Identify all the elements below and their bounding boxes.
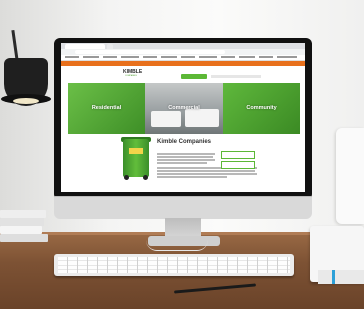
panel-label-community: Community <box>246 105 277 111</box>
site-logo-tagline: COMPANIES <box>125 75 137 77</box>
keyboard-key-rows <box>58 257 290 273</box>
bookmark-item[interactable] <box>65 56 79 58</box>
cta-button[interactable] <box>221 151 255 159</box>
truck-image <box>151 111 181 127</box>
monitor-chin <box>54 196 312 219</box>
intro-text-line <box>157 159 215 161</box>
address-bar[interactable] <box>75 50 225 54</box>
intro-text-line <box>157 170 255 172</box>
intro-text-line <box>157 156 213 158</box>
bookmark-item[interactable] <box>277 56 297 58</box>
book-stack-item <box>0 218 44 226</box>
panel-label-residential: Residential <box>91 105 122 111</box>
bookmark-item[interactable] <box>259 56 273 58</box>
bookmark-item[interactable] <box>83 56 99 58</box>
hero-panel-residential[interactable]: Residential <box>68 83 145 134</box>
nav-cta-button[interactable] <box>181 74 207 79</box>
intro-text-line <box>157 176 227 178</box>
book-stack-item <box>0 226 42 234</box>
lamp-bulb <box>13 98 39 104</box>
trash-can-icon <box>123 139 149 177</box>
panel-label-commercial: Commercial <box>168 105 200 111</box>
bookmark-item[interactable] <box>221 56 235 58</box>
bookmark-item[interactable] <box>199 56 217 58</box>
bookmark-item[interactable] <box>143 56 157 58</box>
paper-roll <box>336 128 364 224</box>
intro-title: Kimble Companies <box>157 139 212 145</box>
monitor-screen: KIMBLE COMPANIES Residential Commercial … <box>61 43 305 192</box>
truck-image <box>185 109 219 127</box>
bookmark-ribbon <box>332 270 335 284</box>
book-stack-item <box>0 210 46 218</box>
intro-text-line <box>157 162 207 164</box>
monitor-stand-neck <box>165 218 201 238</box>
bookmark-item[interactable] <box>181 56 195 58</box>
hero-panel-community[interactable]: Community <box>223 83 300 134</box>
book-stack-right-lower <box>318 270 364 284</box>
trash-can-wheel <box>124 175 129 180</box>
trash-can-wheel <box>143 175 148 180</box>
trash-can-label <box>129 148 143 154</box>
bookmark-item[interactable] <box>121 56 139 58</box>
hero-panel-commercial[interactable]: Commercial <box>145 83 223 134</box>
bookmark-item[interactable] <box>239 56 255 58</box>
book-stack-item <box>0 234 48 242</box>
bookmark-item[interactable] <box>161 56 177 58</box>
monitor-cable <box>146 240 208 251</box>
nav-links[interactable] <box>211 75 261 78</box>
intro-text-line <box>157 173 257 175</box>
bookmark-item[interactable] <box>103 56 117 58</box>
intro-text-line <box>157 153 215 155</box>
cta-button[interactable] <box>221 161 255 169</box>
